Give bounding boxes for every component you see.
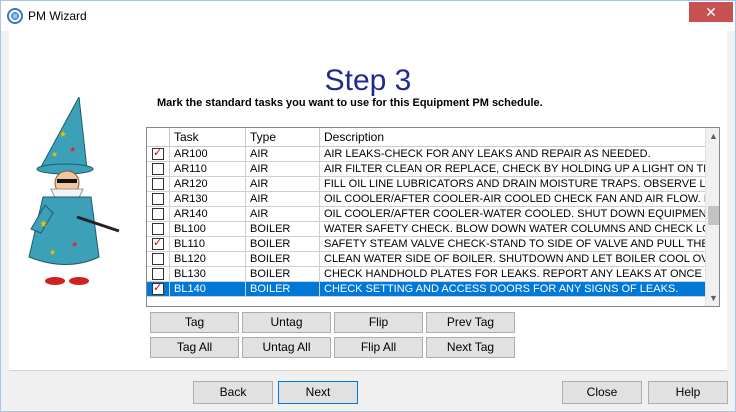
description-cell: CHECK HANDHOLD PLATES FOR LEAKS. REPORT … xyxy=(324,268,705,280)
description-cell: OIL COOLER/AFTER COOLER-WATER COOLED. SH… xyxy=(324,208,705,220)
row-checkbox-cell[interactable] xyxy=(147,147,170,162)
row-checkbox-cell[interactable] xyxy=(147,177,170,192)
help-button[interactable]: Help xyxy=(648,381,728,404)
row-checkbox[interactable] xyxy=(152,237,164,250)
table-row[interactable]: AR140 AIR OIL COOLER/AFTER COOLER-WATER CO… xyxy=(147,207,705,222)
table-row[interactable]: BL130 BOILER CHECK HANDHOLD PLATES FOR LEA… xyxy=(147,267,705,282)
svg-text:★: ★ xyxy=(69,145,76,154)
tag-all-button[interactable]: Tag All xyxy=(150,337,239,358)
description-cell: AIR LEAKS-CHECK FOR ANY LEAKS AND REPAIR… xyxy=(324,148,651,160)
type-cell: AIR xyxy=(246,207,320,222)
description-cell: WATER SAFETY CHECK. BLOW DOWN WATER COLU… xyxy=(324,223,705,235)
vertical-scrollbar[interactable]: ▲ ▼ xyxy=(705,128,719,306)
row-checkbox-cell[interactable] xyxy=(147,192,170,207)
next-button[interactable]: Next xyxy=(278,381,358,404)
row-checkbox[interactable] xyxy=(152,282,164,295)
task-cell: AR130 xyxy=(170,192,246,207)
table-row[interactable]: BL110BOILER SAFETY STEAM VALVE CHECK-STAN… xyxy=(147,237,705,252)
next-tag-button[interactable]: Next Tag xyxy=(426,337,515,358)
row-checkbox[interactable] xyxy=(152,193,164,205)
window-title: PM Wizard xyxy=(28,9,87,23)
type-cell: BOILER xyxy=(246,267,320,282)
type-cell: BOILER xyxy=(246,282,320,297)
description-cell: CLEAN WATER SIDE OF BOILER. SHUTDOWN AND… xyxy=(324,253,705,265)
svg-text:★: ★ xyxy=(51,150,58,159)
row-checkbox-cell[interactable] xyxy=(147,237,170,252)
row-checkbox[interactable] xyxy=(152,223,164,235)
title-bar: PM Wizard ✕ xyxy=(1,1,735,31)
checkbox-column-header xyxy=(147,128,170,147)
type-cell: AIR xyxy=(246,147,320,162)
pm-wizard-window: PM Wizard ✕ Step 3 Mark the standard tas… xyxy=(0,0,736,412)
table-row[interactable]: AR100AIR AIR LEAKS-CHECK FOR ANY LEAKS AN… xyxy=(147,147,705,162)
row-checkbox[interactable] xyxy=(152,147,164,160)
close-button[interactable]: Close xyxy=(562,381,642,404)
row-checkbox[interactable] xyxy=(152,163,164,175)
wizard-page: Step 3 Mark the standard tasks you want … xyxy=(9,31,727,371)
type-cell: AIR xyxy=(246,192,320,207)
row-checkbox-cell[interactable] xyxy=(147,282,170,297)
scroll-thumb[interactable] xyxy=(708,206,719,225)
type-cell: AIR xyxy=(246,162,320,177)
task-column-header[interactable]: Task xyxy=(170,128,246,147)
step-heading: Step 3 xyxy=(324,64,412,97)
table-row[interactable]: BL120 BOILER CLEAN WATER SIDE OF BOILER. S… xyxy=(147,252,705,267)
wizard-illustration: ★ ★ ★ ★ ★ ★ xyxy=(28,97,120,285)
svg-text:★: ★ xyxy=(39,219,48,230)
table-row[interactable]: AR110 AIR AIR FILTER CLEAN OR REPLACE, CHE… xyxy=(147,162,705,177)
row-checkbox-cell[interactable] xyxy=(147,267,170,282)
task-cell: BL140 xyxy=(170,282,246,297)
description-cell: OIL COOLER/AFTER COOLER-AIR COOLED CHECK… xyxy=(324,193,705,205)
tag-button[interactable]: Tag xyxy=(150,312,239,333)
grid-header: Task Type Description xyxy=(147,128,705,147)
type-column-header[interactable]: Type xyxy=(246,128,320,147)
flip-all-button[interactable]: Flip All xyxy=(334,337,423,358)
task-cell: BL100 xyxy=(170,222,246,237)
task-cell: AR140 xyxy=(170,207,246,222)
row-checkbox-cell[interactable] xyxy=(147,222,170,237)
grid-rows: AR100AIRAIR LEAKS-CHECK FOR ANY LEAKS AN… xyxy=(147,147,705,297)
back-button[interactable]: Back xyxy=(193,381,273,404)
wizard-app-icon xyxy=(7,8,23,24)
table-row[interactable]: BL140BOILER CHECK SETTING AND ACCESS DOOR… xyxy=(147,282,705,297)
type-cell: BOILER xyxy=(246,252,320,267)
task-cell: AR100 xyxy=(170,147,246,162)
svg-text:★: ★ xyxy=(59,129,67,139)
table-row[interactable]: BL100 BOILER WATER SAFETY CHECK. BLOW DOWN… xyxy=(147,222,705,237)
row-checkbox-cell[interactable] xyxy=(147,207,170,222)
untag-all-button[interactable]: Untag All xyxy=(242,337,331,358)
task-cell: BL130 xyxy=(170,267,246,282)
type-cell: AIR xyxy=(246,177,320,192)
type-cell: BOILER xyxy=(246,237,320,252)
row-checkbox[interactable] xyxy=(152,268,164,280)
untag-button[interactable]: Untag xyxy=(242,312,331,333)
flip-button[interactable]: Flip xyxy=(334,312,423,333)
svg-text:★: ★ xyxy=(71,240,78,249)
row-checkbox[interactable] xyxy=(152,208,164,220)
task-cell: BL110 xyxy=(170,237,246,252)
row-checkbox-cell[interactable] xyxy=(147,252,170,267)
description-column-header[interactable]: Description xyxy=(320,128,705,147)
close-window-button[interactable]: ✕ xyxy=(689,2,733,22)
table-row[interactable]: AR130 AIR OIL COOLER/AFTER COOLER-AIR COOL… xyxy=(147,192,705,207)
task-cell: AR120 xyxy=(170,177,246,192)
description-cell: CHECK SETTING AND ACCESS DOORS FOR ANY S… xyxy=(324,283,679,295)
row-checkbox[interactable] xyxy=(152,178,164,190)
row-checkbox[interactable] xyxy=(152,253,164,265)
description-cell: SAFETY STEAM VALVE CHECK-STAND TO SIDE O… xyxy=(324,238,705,250)
task-cell: BL120 xyxy=(170,252,246,267)
type-cell: BOILER xyxy=(246,222,320,237)
scroll-down-icon[interactable]: ▼ xyxy=(706,290,719,306)
prev-tag-button[interactable]: Prev Tag xyxy=(426,312,515,333)
svg-text:★: ★ xyxy=(49,248,56,257)
instruction-text: Mark the standard tasks you want to use … xyxy=(157,97,543,109)
description-cell: AIR FILTER CLEAN OR REPLACE, CHECK BY HO… xyxy=(324,163,705,175)
row-checkbox-cell[interactable] xyxy=(147,162,170,177)
task-cell: AR110 xyxy=(170,162,246,177)
task-grid[interactable]: Task Type Description AR100AIRAIR LEAKS-… xyxy=(146,127,720,307)
scroll-up-icon[interactable]: ▲ xyxy=(706,128,719,144)
description-cell: FILL OIL LINE LUBRICATORS AND DRAIN MOIS… xyxy=(324,178,705,190)
table-row[interactable]: AR120 AIR FILL OIL LINE LUBRICATORS AND DR… xyxy=(147,177,705,192)
